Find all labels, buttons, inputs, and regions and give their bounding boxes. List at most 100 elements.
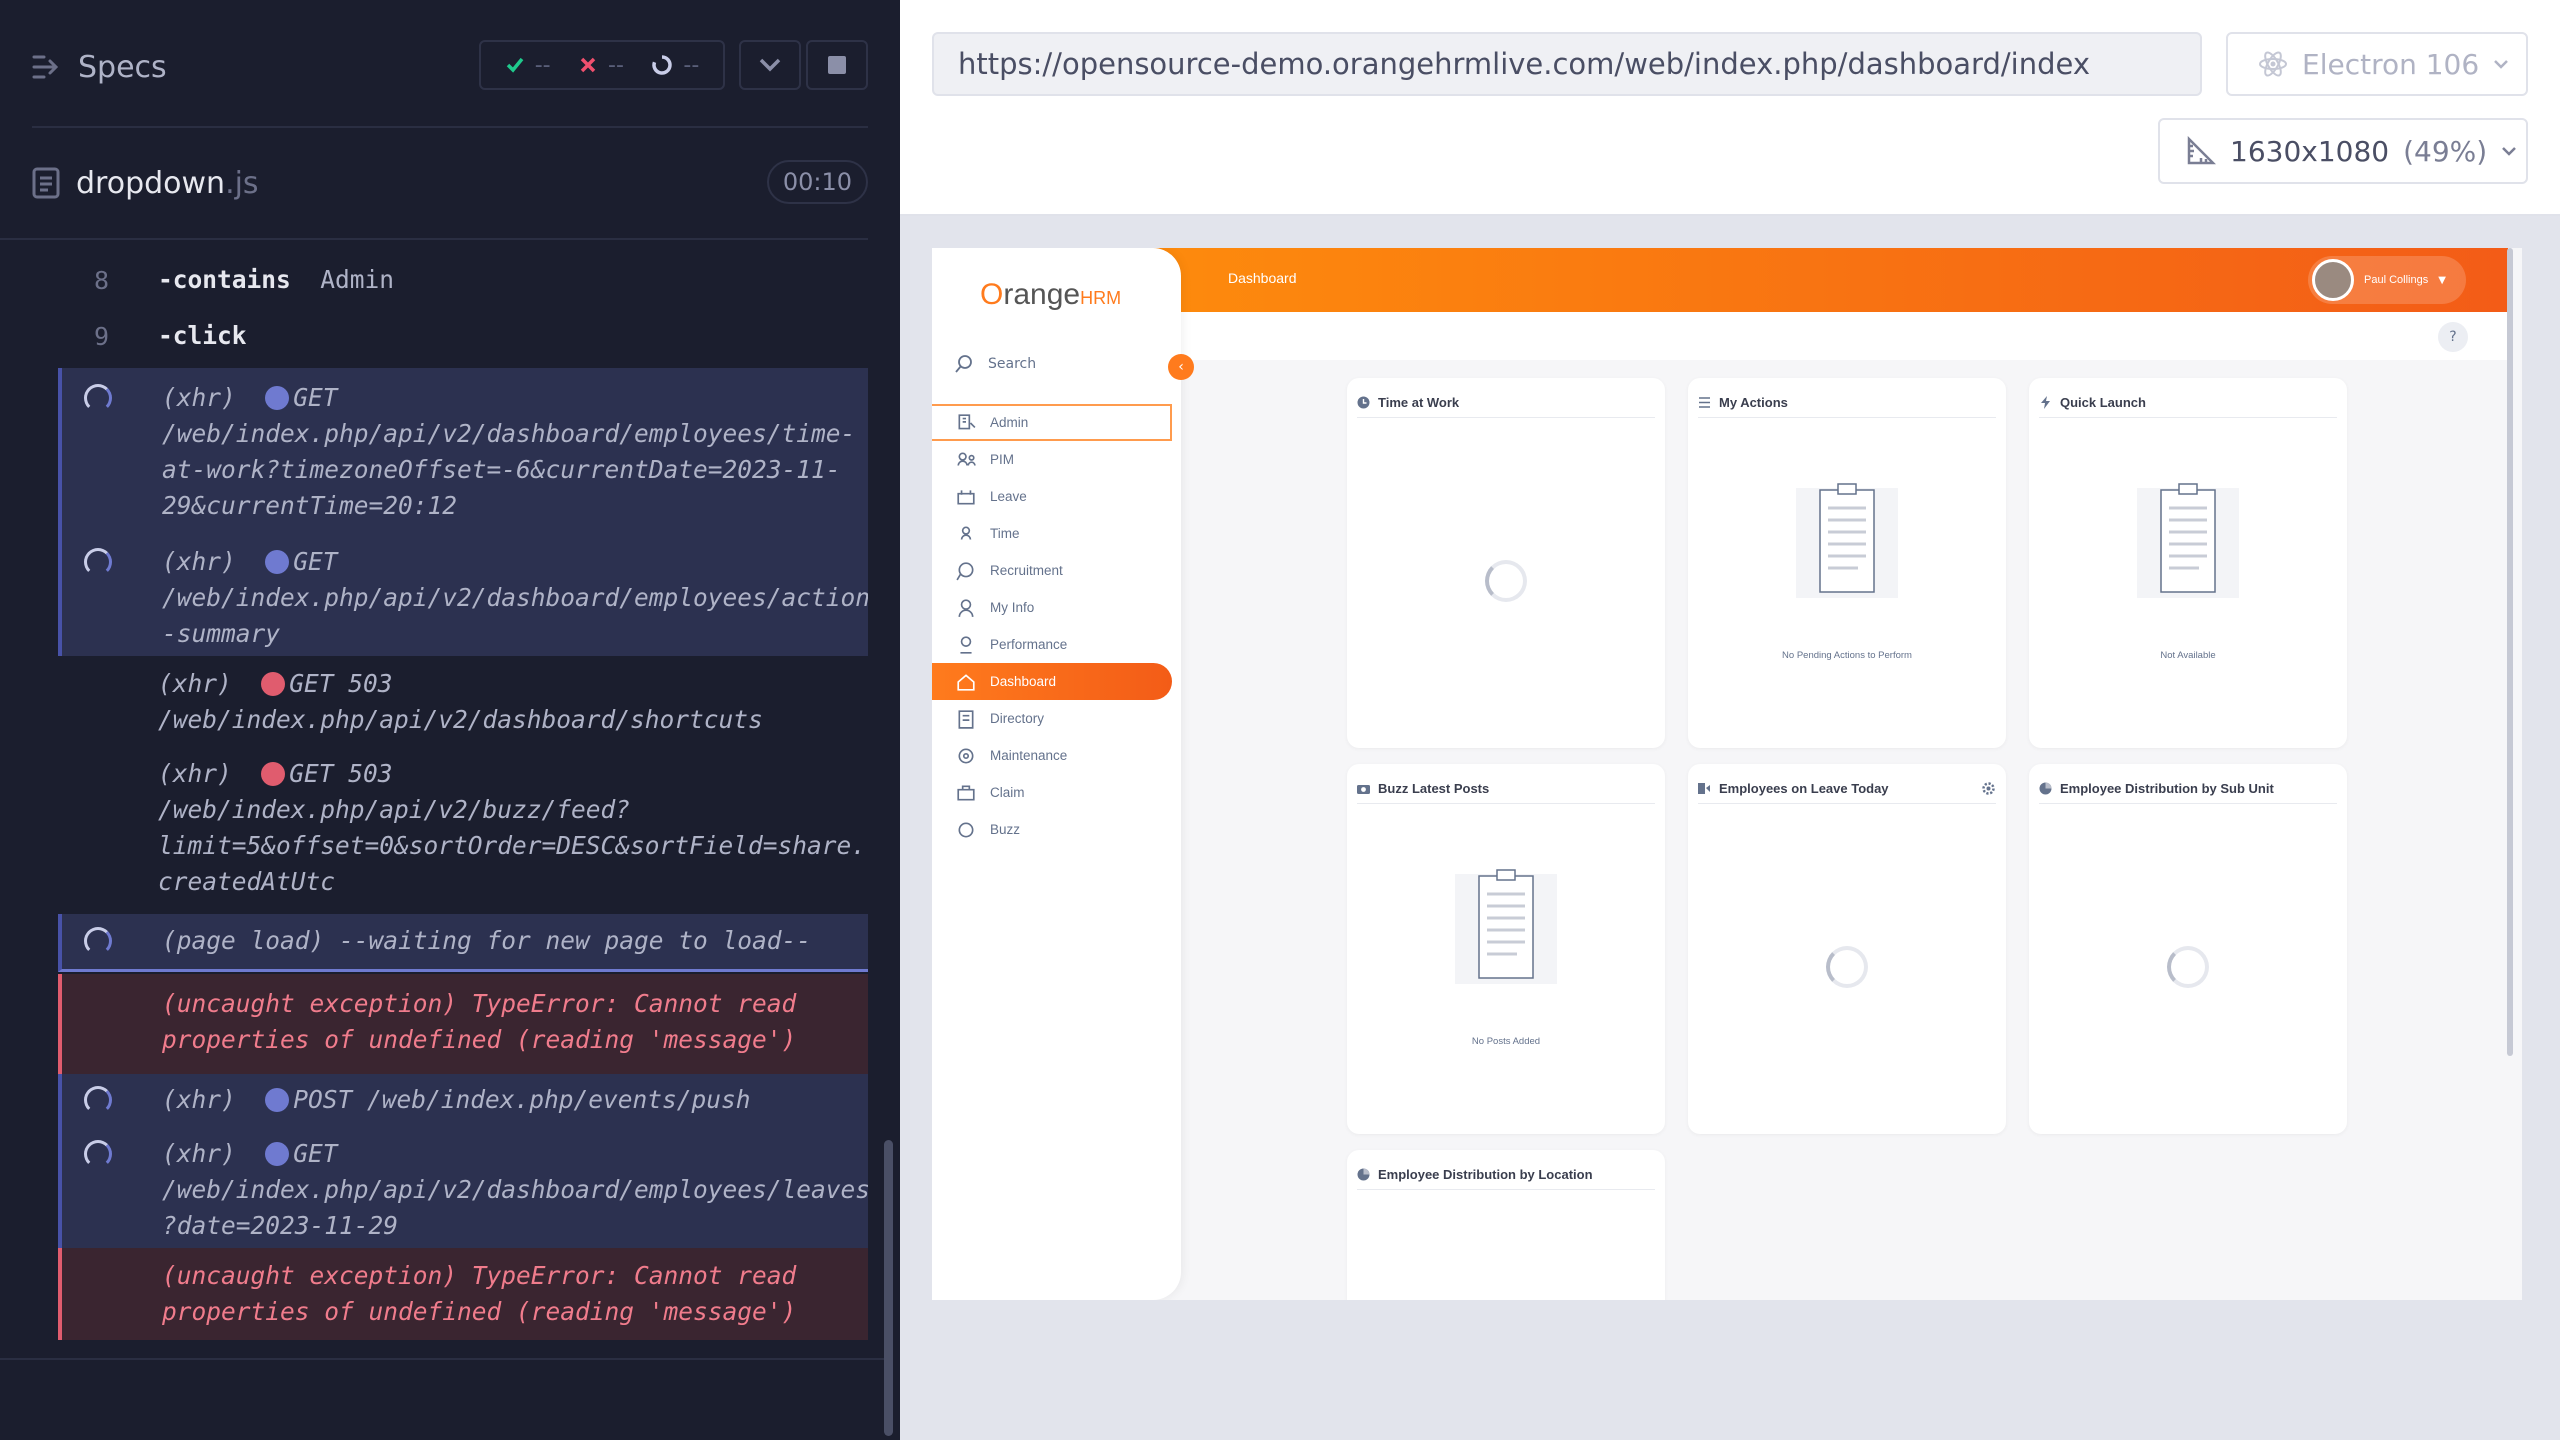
user-dropdown[interactable]: Paul Collings ▼	[2308, 256, 2466, 304]
command-line: limit=5&offset=0&sortOrder=DESC&sortFiel…	[158, 831, 867, 860]
sidebar-item-maintenance[interactable]: Maintenance	[932, 737, 1172, 774]
command-row[interactable]: 8 -contains Admin	[58, 262, 868, 298]
command-text: -contains Admin	[158, 262, 856, 298]
xhr-command-row[interactable]: (xhr) GET /web/index.php/api/v2/dashboar…	[58, 1128, 868, 1248]
clipboard-icon	[2137, 483, 2239, 598]
search-icon	[955, 355, 972, 373]
stats-bar: -- -- --	[479, 40, 725, 90]
url-bar[interactable]: https://opensource-demo.orangehrmlive.co…	[932, 32, 2202, 96]
spec-duration: 00:10	[766, 160, 868, 204]
specs-menu-icon[interactable]	[32, 54, 62, 80]
widget-employees-on-leave: Employees on Leave Today	[1688, 764, 2006, 1134]
spinner-icon	[84, 384, 112, 412]
sidebar-item-directory[interactable]: Directory	[932, 700, 1172, 737]
command-line: /web/index.php/api/v2/buzz/feed?	[158, 795, 631, 824]
widget-quick-launch: Quick Launch Not Available	[2029, 378, 2347, 748]
search-label: Search	[988, 356, 1037, 372]
status-dot-icon	[265, 550, 290, 574]
chevron-down-icon	[2502, 147, 2517, 156]
reporter-panel: Specs -- -- -- dropdown.js 00:10 8 -cont…	[0, 0, 900, 1440]
divider	[0, 1358, 884, 1360]
command-text: (xhr) GET /web/index.php/api/v2/dashboar…	[162, 380, 856, 524]
widget-title: Quick Launch	[2060, 395, 2146, 410]
leave-icon	[1698, 783, 1710, 794]
exception-row[interactable]: (uncaught exception) TypeError: Cannot r…	[58, 974, 868, 1074]
command-line: /web/index.php/api/v2/dashboard/employee…	[162, 583, 868, 612]
command-line: (uncaught exception) TypeError: Cannot r…	[162, 1261, 797, 1290]
xhr-command-row[interactable]: (xhr) GET /web/index.php/api/v2/dashboar…	[58, 532, 868, 656]
widget-header: Employee Distribution by Location	[1357, 1160, 1655, 1190]
aut-panel: https://opensource-demo.orangehrmlive.co…	[900, 0, 2560, 1440]
user-name: Paul Collings	[2364, 274, 2429, 286]
loading-spinner-icon	[1485, 560, 1527, 602]
command-line: properties of undefined (reading 'messag…	[162, 1025, 797, 1054]
specs-title[interactable]: Specs	[78, 50, 167, 85]
sidebar-item-claim[interactable]: Claim	[932, 774, 1172, 811]
pie-chart-icon	[1357, 1168, 1370, 1181]
command-arg: Admin	[320, 265, 395, 294]
spinner-icon	[84, 1140, 112, 1168]
sidebar-search[interactable]: Search	[954, 354, 1036, 374]
widget-distribution-location: Employee Distribution by Location	[1347, 1150, 1665, 1300]
sidebar-item-admin[interactable]: Admin	[932, 404, 1172, 441]
collapse-all-button[interactable]	[739, 40, 801, 90]
sidebar-item-recruitment[interactable]: Recruitment	[932, 552, 1172, 589]
viewport-size: 1630x1080	[2230, 134, 2390, 168]
xhr-command-row[interactable]: (xhr) GET 503 /web/index.php/api/v2/dash…	[58, 656, 868, 746]
exception-row[interactable]: (uncaught exception) TypeError: Cannot r…	[58, 1248, 868, 1340]
sidebar-item-my-info[interactable]: My Info	[932, 589, 1172, 626]
command-line: /web/index.php/api/v2/dashboard/employee…	[162, 419, 856, 448]
time-icon	[960, 526, 972, 540]
sidebar-item-buzz[interactable]: Buzz	[932, 811, 1172, 848]
browser-name: Electron 106	[2302, 47, 2480, 81]
command-line: ?date=2023-11-29	[162, 1211, 399, 1240]
passed-stat: --	[505, 53, 551, 78]
help-button[interactable]: ?	[2438, 322, 2468, 352]
caret-down-icon: ▼	[2438, 274, 2446, 286]
sidebar-item-label: Buzz	[990, 822, 1021, 837]
browser-selector[interactable]: Electron 106	[2226, 32, 2528, 96]
sidebar-item-label: Dashboard	[990, 674, 1057, 689]
sidebar-item-time[interactable]: Time	[932, 515, 1172, 552]
sidebar-item-label: PIM	[990, 452, 1015, 467]
sidebar-item-pim[interactable]: PIM	[932, 441, 1172, 478]
xhr-command-row[interactable]: (xhr) GET 503 /web/index.php/api/v2/buzz…	[58, 746, 868, 912]
command-line: (xhr) GET	[162, 383, 338, 412]
app-scrollbar[interactable]	[2507, 248, 2513, 1056]
list-icon	[1699, 397, 1710, 408]
loading-spinner-icon	[2167, 946, 2209, 988]
sidebar-item-label: Leave	[990, 489, 1027, 504]
camera-icon	[1357, 785, 1370, 794]
performance-icon	[960, 635, 972, 654]
empty-message: No Pending Actions to Perform	[1782, 650, 1912, 661]
command-line: (uncaught exception) TypeError: Cannot r…	[162, 989, 797, 1018]
spinner-icon	[652, 55, 673, 75]
spec-file-header[interactable]: dropdown.js 00:10	[32, 158, 868, 208]
x-icon	[580, 57, 596, 73]
command-text: -click	[158, 321, 247, 350]
command-row[interactable]: 9 -click	[58, 318, 868, 354]
status-dot-icon	[265, 1142, 290, 1166]
spec-file-name[interactable]: dropdown.js	[76, 166, 259, 201]
stop-button[interactable]	[806, 40, 868, 90]
sidebar-item-performance[interactable]: Performance	[932, 626, 1172, 663]
sidebar-collapse-button[interactable]: ‹	[1168, 354, 1194, 380]
page-load-row[interactable]: (page load) --waiting for new page to lo…	[58, 914, 868, 972]
chevron-down-icon	[759, 58, 781, 72]
sidebar-item-leave[interactable]: Leave	[932, 478, 1172, 515]
reporter-scrollbar[interactable]	[884, 1140, 893, 1436]
directory-icon	[958, 709, 974, 729]
spinner-icon	[84, 1086, 112, 1114]
widget-title: Employees on Leave Today	[1719, 781, 1889, 796]
command-line: (xhr) GET 503	[158, 759, 393, 788]
command-line: /web/index.php/api/v2/dashboard/employee…	[162, 1175, 868, 1204]
command-name: -contains	[158, 265, 291, 294]
xhr-command-row[interactable]: (xhr) POST /web/index.php/events/push	[58, 1074, 868, 1128]
sidebar-item-dashboard[interactable]: Dashboard	[932, 663, 1172, 700]
xhr-command-row[interactable]: (xhr) GET /web/index.php/api/v2/dashboar…	[58, 368, 868, 532]
orangehrm-logo: OrangeHRM	[980, 278, 1122, 311]
electron-icon	[2259, 51, 2287, 77]
gear-icon[interactable]	[1981, 781, 1996, 796]
loading-spinner-icon	[1826, 946, 1868, 988]
viewport-selector[interactable]: 1630x1080 (49%)	[2158, 118, 2528, 184]
